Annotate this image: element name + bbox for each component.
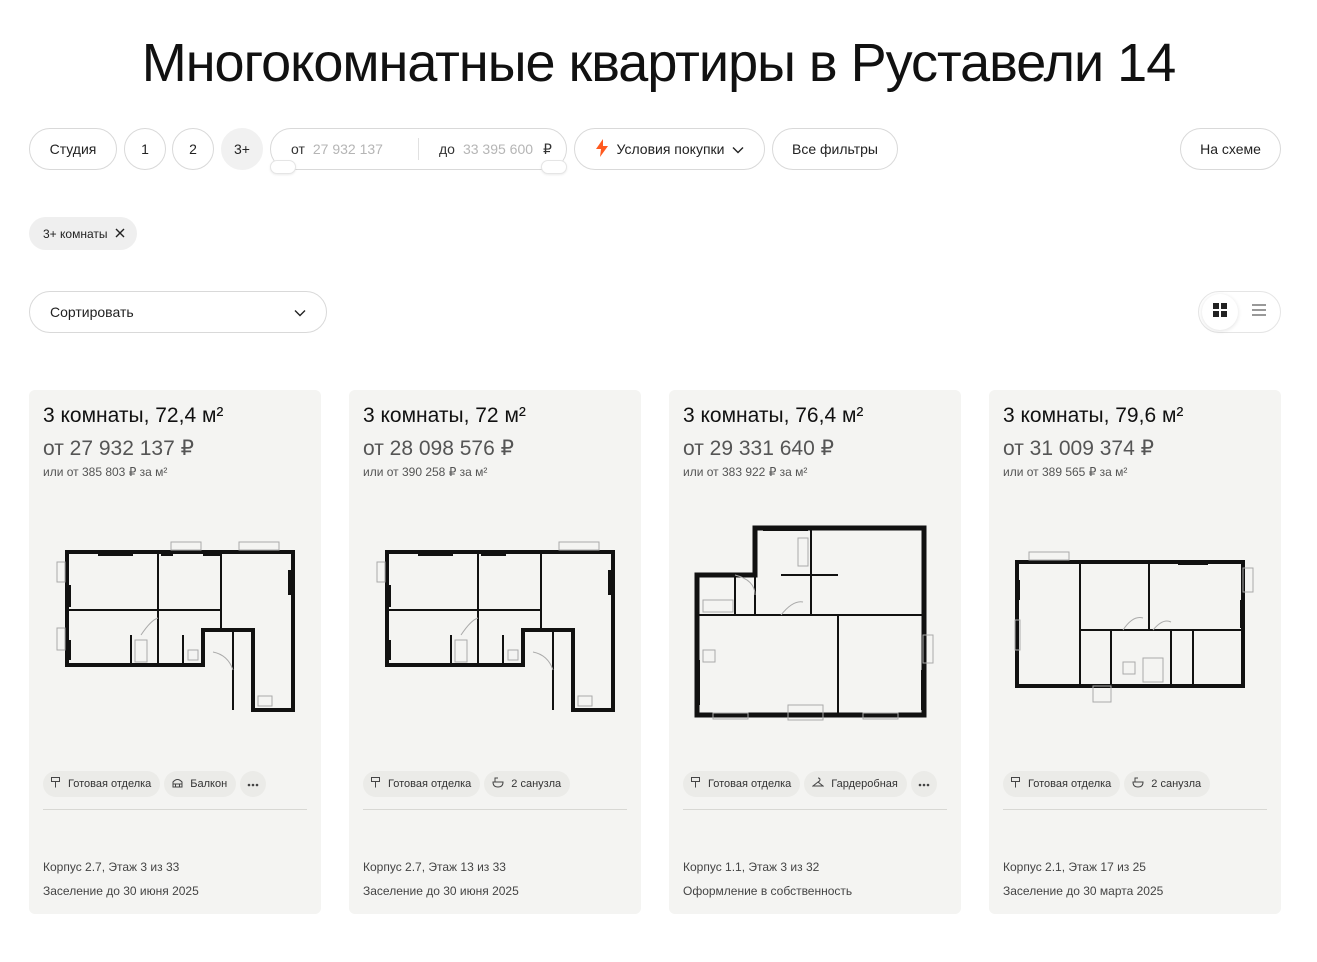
price-range: от до ₽ — [270, 128, 567, 170]
tag-label: Гардеробная — [831, 778, 898, 790]
floor-plan-image — [694, 525, 934, 721]
price-from-input[interactable] — [312, 141, 397, 157]
feature-tags: Готовая отделка 2 санузла — [363, 771, 571, 797]
feature-tag: Готовая отделка — [363, 771, 481, 797]
card-move-in: Заселение до 30 марта 2025 — [1003, 884, 1164, 898]
chevron-down-icon — [294, 304, 306, 320]
purchase-terms-label: Условия покупки — [616, 141, 725, 157]
tag-label: Балкон — [190, 778, 228, 790]
page-title: Многокомнатные квартиры в Руставели 14 — [141, 33, 1176, 93]
on-map-button[interactable]: На схеме — [1180, 128, 1281, 170]
floor-plan-image — [376, 541, 615, 712]
card-move-in: Оформление в собственность — [683, 884, 853, 898]
card-price-per-m2: или от 383 922 ₽ за м² — [683, 465, 808, 479]
tag-label: 2 санузла — [511, 778, 562, 790]
floor-plan-image — [1014, 551, 1254, 703]
more-tags-button[interactable] — [910, 771, 937, 797]
card-price: от 29 331 640 ₽ — [683, 437, 834, 460]
price-to-input[interactable] — [462, 141, 539, 157]
card-building-floor: Корпус 2.7, Этаж 3 из 33 — [43, 860, 180, 874]
paint-roller-icon — [371, 777, 381, 791]
feature-tags: Готовая отделка 2 санузла — [1003, 771, 1211, 797]
paint-roller-icon — [691, 777, 701, 791]
grid-view-button[interactable] — [1202, 294, 1238, 330]
card-divider — [683, 809, 947, 810]
feature-tag: 2 санузла — [484, 771, 571, 797]
card-price: от 31 009 374 ₽ — [1003, 437, 1154, 460]
sort-label: Сортировать — [50, 304, 134, 320]
room-filter-2[interactable]: 2 — [172, 128, 214, 170]
price-min-handle[interactable] — [270, 160, 296, 174]
all-filters-button[interactable]: Все фильтры — [772, 128, 898, 170]
card-price: от 27 932 137 ₽ — [43, 437, 194, 460]
bathtub-icon — [1132, 777, 1144, 791]
more-icon — [918, 778, 930, 790]
apartment-card[interactable]: 3 комнаты, 76,4 м² от 29 331 640 ₽ или о… — [669, 390, 961, 914]
more-icon — [247, 778, 259, 790]
balcony-icon — [172, 777, 183, 791]
close-icon[interactable] — [115, 227, 125, 241]
sort-select[interactable]: Сортировать — [29, 291, 327, 333]
view-toggle — [1198, 291, 1281, 333]
card-divider — [1003, 809, 1267, 810]
tag-label: 2 санузла — [1151, 778, 1202, 790]
card-building-floor: Корпус 2.7, Этаж 13 из 33 — [363, 860, 506, 874]
apartment-card[interactable]: 3 комнаты, 72 м² от 28 098 576 ₽ или от … — [349, 390, 641, 914]
feature-tag: Готовая отделка — [683, 771, 801, 797]
card-title: 3 комнаты, 76,4 м² — [683, 404, 864, 427]
feature-tags: Готовая отделка Балкон — [43, 771, 267, 797]
price-to-label: до — [439, 141, 455, 157]
card-move-in: Заселение до 30 июня 2025 — [43, 884, 199, 898]
card-title: 3 комнаты, 72,4 м² — [43, 404, 224, 427]
list-icon — [1252, 303, 1266, 322]
card-price-per-m2: или от 390 258 ₽ за м² — [363, 465, 488, 479]
card-price-per-m2: или от 385 803 ₽ за м² — [43, 465, 168, 479]
card-move-in: Заселение до 30 июня 2025 — [363, 884, 519, 898]
hanger-icon — [811, 777, 825, 791]
feature-tag: Балкон — [164, 771, 237, 797]
tag-label: Готовая отделка — [388, 778, 472, 790]
card-building-floor: Корпус 2.1, Этаж 17 из 25 — [1003, 860, 1146, 874]
card-title: 3 комнаты, 72 м² — [363, 404, 526, 427]
price-max-handle[interactable] — [541, 160, 567, 174]
room-filter-studio[interactable]: Студия — [29, 128, 117, 170]
tag-label: Готовая отделка — [1028, 778, 1112, 790]
card-title: 3 комнаты, 79,6 м² — [1003, 404, 1184, 427]
list-view-button[interactable] — [1241, 294, 1277, 330]
purchase-terms-dropdown[interactable]: Условия покупки — [574, 128, 765, 170]
feature-tag: Готовая отделка — [1003, 771, 1121, 797]
card-divider — [43, 809, 307, 810]
active-filter-chip[interactable]: 3+ комнаты — [29, 217, 138, 250]
apartment-card[interactable]: 3 комнаты, 72,4 м² от 27 932 137 ₽ или о… — [29, 390, 321, 914]
card-divider — [363, 809, 627, 810]
card-price-per-m2: или от 389 565 ₽ за м² — [1003, 465, 1128, 479]
feature-tag: Гардеробная — [804, 771, 907, 797]
tag-label: Готовая отделка — [708, 778, 792, 790]
card-price: от 28 098 576 ₽ — [363, 437, 514, 460]
lightning-icon — [595, 138, 609, 160]
room-filter-3plus[interactable]: 3+ — [221, 128, 263, 170]
feature-tag: 2 санузла — [1124, 771, 1211, 797]
more-tags-button[interactable] — [240, 771, 267, 797]
bathtub-icon — [492, 777, 504, 791]
currency-label: ₽ — [542, 140, 552, 157]
chevron-down-icon — [732, 141, 744, 157]
room-filter-1[interactable]: 1 — [124, 128, 166, 170]
feature-tags: Готовая отделка Гардеробная — [683, 771, 937, 797]
card-building-floor: Корпус 1.1, Этаж 3 из 32 — [683, 860, 820, 874]
floor-plan-image — [56, 541, 295, 712]
apartment-card[interactable]: 3 комнаты, 79,6 м² от 31 009 374 ₽ или о… — [989, 390, 1281, 914]
paint-roller-icon — [1011, 777, 1021, 791]
tag-label: Готовая отделка — [68, 778, 152, 790]
grid-icon — [1213, 302, 1227, 322]
chip-label: 3+ комнаты — [43, 226, 108, 241]
price-from-label: от — [291, 141, 305, 157]
feature-tag: Готовая отделка — [43, 771, 161, 797]
paint-roller-icon — [51, 777, 61, 791]
